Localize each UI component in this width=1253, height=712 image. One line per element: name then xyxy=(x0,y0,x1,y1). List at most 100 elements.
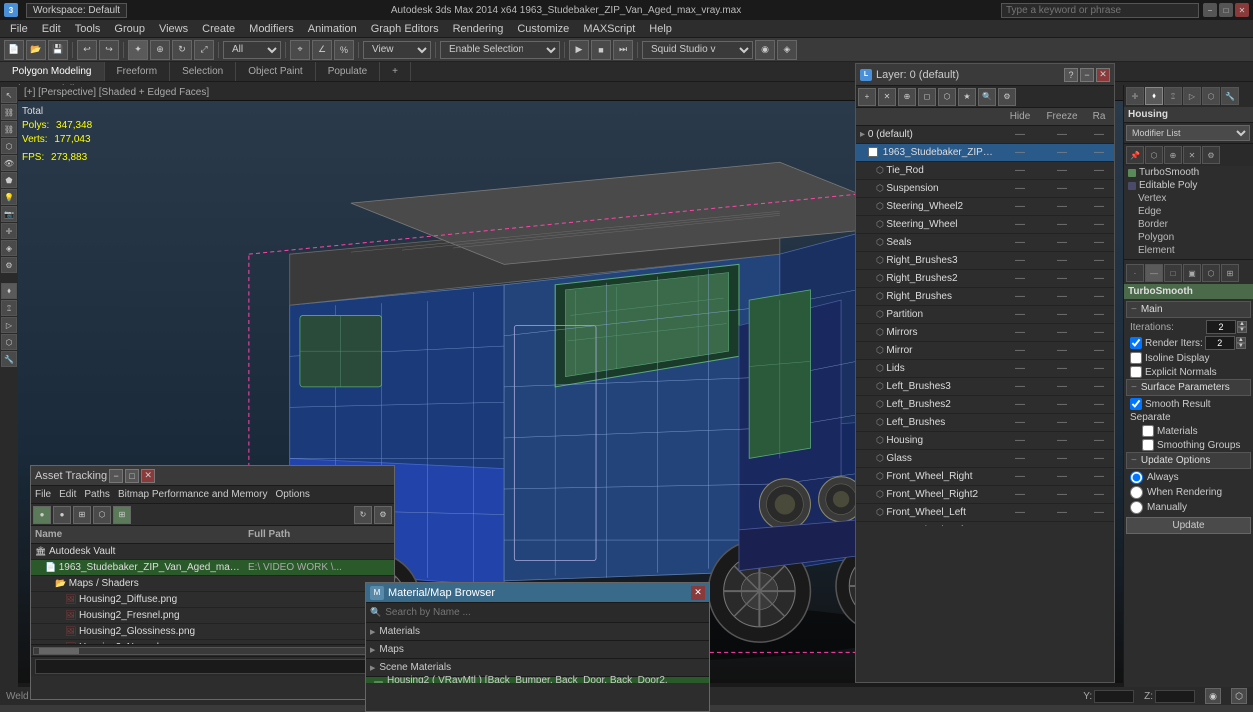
sub-obj-poly-btn[interactable]: ▣ xyxy=(1183,264,1201,282)
asset-path-input[interactable] xyxy=(35,659,390,674)
asset-menu-edit[interactable]: Edit xyxy=(59,489,76,500)
asset-scroll-bar[interactable] xyxy=(31,644,394,656)
surface-params-section[interactable]: Surface Parameters xyxy=(1126,379,1251,396)
layer-row-item-4[interactable]: ⬡ Seals — — — xyxy=(856,234,1114,252)
layer-row-item-10[interactable]: ⬡ Mirror — — — xyxy=(856,342,1114,360)
manually-radio[interactable] xyxy=(1130,501,1143,514)
maps-section[interactable]: Maps xyxy=(366,641,709,659)
left-btn-display[interactable]: ⬡ xyxy=(1,334,17,350)
material-close-btn[interactable]: ✕ xyxy=(691,586,705,600)
asset-btn-1[interactable]: ● xyxy=(33,506,51,524)
asset-row-1[interactable]: 📄 1963_Studebaker_ZIP_Van_Aged_max_vray.… xyxy=(31,560,394,576)
always-radio[interactable] xyxy=(1130,471,1143,484)
modifier-list-dropdown[interactable]: Modifier List xyxy=(1126,125,1250,141)
toolbar-percent-snap[interactable]: % xyxy=(334,40,354,60)
select-layer-btn[interactable]: ⬡ xyxy=(938,88,956,106)
asset-row-5[interactable]: 🖼 Housing2_Glossiness.png xyxy=(31,624,394,640)
asset-row-0[interactable]: 🏛 Autodesk Vault xyxy=(31,544,394,560)
layer-window-titlebar[interactable]: L Layer: 0 (default) ? − ✕ xyxy=(856,64,1114,86)
asset-titlebar[interactable]: Asset Tracking − □ ✕ xyxy=(31,466,394,486)
make-unique-btn[interactable]: ⊕ xyxy=(1164,146,1182,164)
layer-row-item-20[interactable]: ⬡ Front_Wheel_Left2 — — — xyxy=(856,522,1114,526)
materials-checkbox[interactable] xyxy=(1142,425,1154,437)
find-layer-btn[interactable]: 🔍 xyxy=(978,88,996,106)
current-layer-btn[interactable]: ★ xyxy=(958,88,976,106)
iterations-input[interactable] xyxy=(1206,320,1236,334)
toolbar-new[interactable]: 📄 xyxy=(4,40,24,60)
asset-row-2[interactable]: 📂 Maps / Shaders xyxy=(31,576,394,592)
tab-selection[interactable]: Selection xyxy=(170,62,236,81)
asset-btn-5[interactable]: ⊞ xyxy=(113,506,131,524)
layer-scroll-container[interactable]: ▸ 0 (default) — — — 1963_Studebaker_ZIP_… xyxy=(856,126,1114,526)
editable-poly-modifier[interactable]: Editable Poly xyxy=(1124,179,1253,192)
left-btn-utilities[interactable]: 🔧 xyxy=(1,351,17,367)
workspace-selector[interactable]: Workspace: Default xyxy=(26,3,127,18)
search-input[interactable] xyxy=(1001,3,1199,18)
maximize-icon[interactable]: □ xyxy=(1219,3,1233,17)
toolbar-undo[interactable]: ↩ xyxy=(77,40,97,60)
isoline-checkbox[interactable] xyxy=(1130,352,1142,364)
layer-row-item-5[interactable]: ⬡ Right_Brushes3 — — — xyxy=(856,252,1114,270)
layer-row-item-1[interactable]: ⬡ Suspension — — — xyxy=(856,180,1114,198)
materials-section[interactable]: Materials xyxy=(366,623,709,641)
menu-graph-editors[interactable]: Graph Editors xyxy=(365,22,445,36)
select-objects-btn[interactable]: ◻ xyxy=(918,88,936,106)
add-to-layer-btn[interactable]: ⊕ xyxy=(898,88,916,106)
toolbar-angle-snap[interactable]: ∠ xyxy=(312,40,332,60)
left-btn-unlink[interactable]: ⛓ xyxy=(1,121,17,137)
left-btn-select[interactable]: ↖ xyxy=(1,87,17,103)
iterations-down[interactable]: ▼ xyxy=(1237,327,1247,333)
layer-help-btn[interactable]: ? xyxy=(1064,68,1078,82)
coord-y-input[interactable] xyxy=(1094,690,1134,703)
layer-row-item-6[interactable]: ⬡ Right_Brushes2 — — — xyxy=(856,270,1114,288)
toolbar-rotate[interactable]: ↻ xyxy=(172,40,192,60)
toolbar-open[interactable]: 📂 xyxy=(26,40,46,60)
layer-row-item-17[interactable]: ⬡ Front_Wheel_Right — — — xyxy=(856,468,1114,486)
coord-z-input[interactable] xyxy=(1155,690,1195,703)
sub-obj-border-btn[interactable]: □ xyxy=(1164,264,1182,282)
left-btn-shape[interactable]: ⬟ xyxy=(1,172,17,188)
tab-hierarchy[interactable]: ⑄ xyxy=(1164,87,1182,105)
vertex-sub[interactable]: Vertex xyxy=(1124,192,1253,205)
toolbar-scale[interactable]: ⤢ xyxy=(194,40,214,60)
left-btn-camera[interactable]: 📷 xyxy=(1,206,17,222)
layer-row-0[interactable]: ▸ 0 (default) — — — xyxy=(856,126,1114,144)
left-btn-hierarchy[interactable]: ⑄ xyxy=(1,300,17,316)
asset-scroll-inner[interactable] xyxy=(33,647,392,655)
asset-menu-options[interactable]: Options xyxy=(275,489,309,500)
remove-modifier-btn[interactable]: ✕ xyxy=(1183,146,1201,164)
explicit-normals-checkbox[interactable] xyxy=(1130,366,1142,378)
menu-tools[interactable]: Tools xyxy=(69,22,107,36)
layer-row-item-13[interactable]: ⬡ Left_Brushes2 — — — xyxy=(856,396,1114,414)
left-btn-system[interactable]: ⚙ xyxy=(1,257,17,273)
status-bar-icon2[interactable]: ⬡ xyxy=(1231,688,1247,704)
show-end-result-btn[interactable]: ⬡ xyxy=(1145,146,1163,164)
layer-row-item-11[interactable]: ⬡ Lids — — — xyxy=(856,360,1114,378)
smooth-result-checkbox[interactable] xyxy=(1130,398,1142,410)
menu-views[interactable]: Views xyxy=(153,22,194,36)
asset-scroll-thumb[interactable] xyxy=(39,648,79,654)
asset-menu-bitmap[interactable]: Bitmap Performance and Memory xyxy=(118,489,268,500)
left-btn-light[interactable]: 💡 xyxy=(1,189,17,205)
minimize-icon[interactable]: − xyxy=(1203,3,1217,17)
left-btn-motion[interactable]: ▷ xyxy=(1,317,17,333)
sub-obj-edge-btn[interactable]: — xyxy=(1145,264,1163,282)
menu-rendering[interactable]: Rendering xyxy=(447,22,510,36)
update-button[interactable]: Update xyxy=(1126,517,1251,534)
tab-modify[interactable]: ⬧ xyxy=(1145,87,1163,105)
layer-row-item-8[interactable]: ⬡ Partition — — — xyxy=(856,306,1114,324)
reference-coord-dropdown[interactable]: Enable Selections xyxy=(440,41,560,59)
sub-obj-extra-btn[interactable]: ⊞ xyxy=(1221,264,1239,282)
new-layer-btn[interactable]: + xyxy=(858,88,876,106)
turbosmooth-section-header[interactable]: TurboSmooth xyxy=(1124,284,1253,299)
toolbar-select[interactable]: ✦ xyxy=(128,40,148,60)
layer-row-item-2[interactable]: ⬡ Steering_Wheel2 — — — xyxy=(856,198,1114,216)
toolbar-play[interactable]: ▶ xyxy=(569,40,589,60)
asset-btn-refresh[interactable]: ↻ xyxy=(354,506,372,524)
tab-create[interactable]: ✛ xyxy=(1126,87,1144,105)
layer-row-item-3[interactable]: ⬡ Steering_Wheel — — — xyxy=(856,216,1114,234)
asset-row-4[interactable]: 🖼 Housing2_Fresnel.png xyxy=(31,608,394,624)
settings-btn[interactable]: ⚙ xyxy=(998,88,1016,106)
tab-populate[interactable]: Populate xyxy=(316,62,380,81)
edge-sub[interactable]: Edge xyxy=(1124,205,1253,218)
